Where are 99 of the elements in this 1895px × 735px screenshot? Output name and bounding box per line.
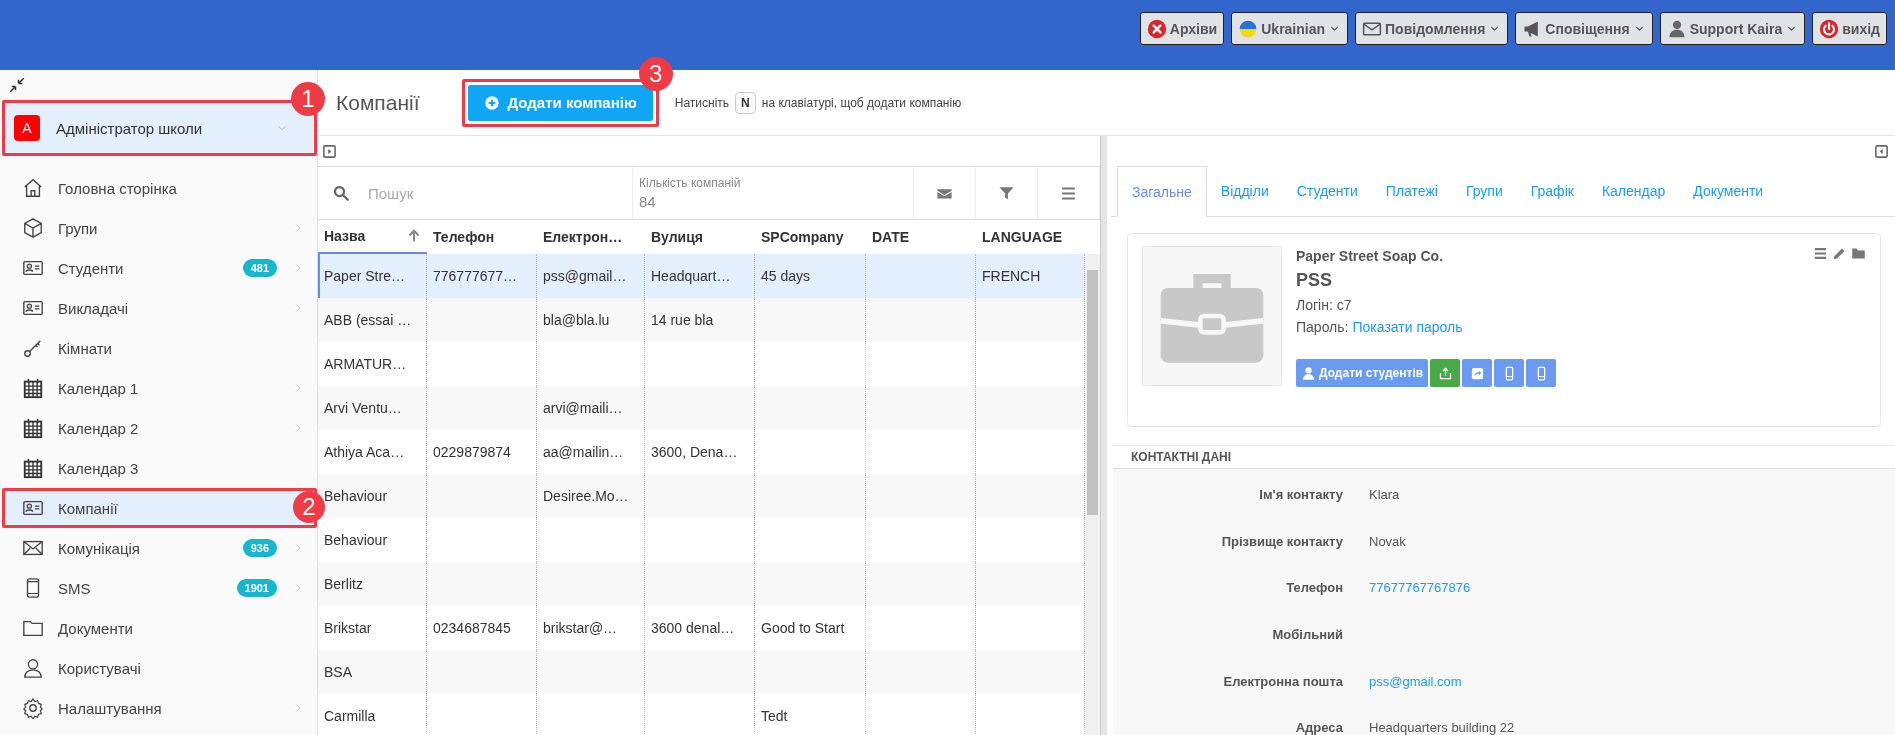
hint-text: Натисніть	[674, 95, 730, 110]
sidebar-item[interactable]: Налаштування	[4, 688, 313, 728]
count-badge: 1901	[236, 579, 277, 597]
field-label: Ім'я контакту	[1258, 486, 1343, 502]
sidebar-item[interactable]: Користувачі	[4, 648, 313, 688]
scrollbar-thumb[interactable]	[1087, 270, 1098, 515]
calendar-icon	[22, 377, 44, 399]
home-icon	[22, 177, 44, 199]
gear-icon	[22, 697, 44, 719]
mobile-button[interactable]	[1494, 359, 1525, 387]
sidebar-item[interactable]: Календар 3	[4, 448, 313, 488]
count-label: Кількість компаній	[639, 176, 742, 190]
person-icon	[22, 657, 44, 679]
callout-number: 1	[291, 82, 325, 116]
list-icon[interactable]	[1813, 246, 1828, 261]
user-icon	[1301, 365, 1316, 381]
table-cell: Berlitz	[318, 562, 427, 606]
sidebar-item[interactable]: Комунікація 936	[4, 528, 313, 568]
calendar-icon	[22, 457, 44, 479]
avatar: A	[14, 115, 40, 141]
toolbar-button[interactable]: Повідомлення	[1355, 12, 1509, 45]
company-code: PSS	[1296, 270, 1334, 291]
column-header[interactable]: Вулиця	[645, 220, 755, 254]
login-label: Логін:	[1296, 297, 1333, 313]
count-badge: 481	[242, 259, 277, 277]
profile-name: Адміністратор школи	[56, 119, 204, 137]
table-cell: 14 rue bla	[645, 298, 755, 342]
table-row[interactable]: Behaviour Desiree.Mo…	[318, 474, 1085, 518]
column-header[interactable]: DATE	[866, 220, 976, 254]
power-icon	[1819, 18, 1840, 39]
field-label: Мобільний	[1271, 626, 1343, 642]
collapse-icon[interactable]	[8, 76, 26, 94]
toolbar-button[interactable]: Ukrainian	[1231, 12, 1349, 45]
field-value: Novak	[1369, 533, 1406, 549]
table-cell: bla@bla.lu	[537, 298, 645, 342]
count-value: 84	[639, 193, 657, 210]
column-header[interactable]: SPCompany	[755, 220, 866, 254]
sidebar-item[interactable]: Групи	[4, 208, 313, 248]
sidebar-item[interactable]: Календар 2	[4, 408, 313, 448]
table-cell: Desiree.Mo…	[537, 474, 645, 518]
box-icon	[22, 217, 44, 239]
column-header[interactable]: LANGUAGE	[976, 220, 1085, 254]
calendar-icon	[22, 417, 44, 439]
section-header: КОНТАКТНІ ДАНІ	[1113, 445, 1895, 469]
table-row[interactable]: Paper Stre… 776777677… pss@gmail… Headquart… 45 days FRENCH	[318, 254, 1085, 298]
field-label: Прізвище контакту	[1220, 533, 1343, 549]
share-button[interactable]	[1430, 359, 1461, 387]
table-row[interactable]: ABB (essai … bla@bla.lu 14 rue bla	[318, 298, 1085, 342]
edit-icon[interactable]	[1832, 246, 1847, 261]
table-cell: arvi@maili…	[537, 386, 645, 430]
search-icon	[332, 184, 350, 202]
folder-icon[interactable]	[1851, 246, 1866, 261]
sidebar-item[interactable]: SMS 1901	[4, 568, 313, 608]
filter-icon	[998, 184, 1015, 202]
sidebar-item[interactable]: Календар 1	[4, 368, 313, 408]
flag-icon	[1238, 18, 1259, 39]
login-value: c7	[1336, 297, 1352, 313]
company-name: Paper Street Soap Co.	[1296, 248, 1445, 264]
field-label: Адреса	[1294, 720, 1343, 735]
field-label: Електронна пошта	[1222, 673, 1343, 689]
field-value: Klara	[1369, 486, 1400, 502]
sidebar-item[interactable]: Викладачі	[4, 288, 313, 328]
table-row[interactable]: BSA	[318, 650, 1085, 694]
toolbar-button[interactable]: вихід	[1812, 12, 1887, 45]
share-button[interactable]	[1462, 359, 1493, 387]
column-header[interactable]: Електрон…	[537, 220, 645, 254]
plus-circle-icon	[483, 94, 500, 111]
collapse-panel-icon[interactable]	[1874, 143, 1889, 159]
table-cell: BSA	[318, 650, 427, 694]
password-label: Пароль:	[1296, 319, 1349, 335]
toolbar-button[interactable]: Сповіщення	[1515, 12, 1653, 45]
sidebar-item[interactable]: Студенти 481	[4, 248, 313, 288]
field-label: Телефон	[1285, 580, 1343, 596]
sidebar-item[interactable]: Документи	[4, 608, 313, 648]
table-cell: ABB (essai …	[318, 298, 427, 342]
sidebar-item[interactable]: Головна сторінка	[4, 168, 313, 208]
toolbar-button[interactable]: Архіви	[1139, 12, 1225, 45]
hint-text: на клавіатурі, щоб додати компанію	[761, 95, 962, 110]
close-circle-icon	[1146, 18, 1167, 39]
field-value: Headquarters building 22	[1369, 720, 1515, 735]
expand-icon[interactable]	[322, 143, 337, 159]
scrollbar[interactable]	[1085, 254, 1100, 735]
mobile-button[interactable]	[1526, 359, 1557, 387]
count-badge: 936	[242, 539, 277, 557]
table-row[interactable]: Berlitz	[318, 562, 1085, 606]
share-icon	[1437, 365, 1453, 381]
table-row[interactable]: Arvi Ventu… arvi@maili…	[318, 386, 1085, 430]
column-header[interactable]: Телефон	[427, 220, 537, 254]
table-cell: Arvi Ventu…	[318, 386, 427, 430]
sort-arrow-icon	[407, 229, 421, 243]
toolbar-button[interactable]: Support Kaira	[1659, 12, 1806, 45]
table-cell: Tedt	[755, 694, 866, 735]
sidebar-item[interactable]: Кімнати	[4, 328, 313, 368]
share-square-icon	[1469, 365, 1485, 381]
table-cell: Carmilla	[318, 694, 427, 735]
search-field[interactable]: Пошук	[368, 173, 598, 213]
menu-icon	[1060, 184, 1077, 202]
page-title: Компанії	[336, 90, 420, 115]
key-badge: N	[735, 91, 756, 114]
